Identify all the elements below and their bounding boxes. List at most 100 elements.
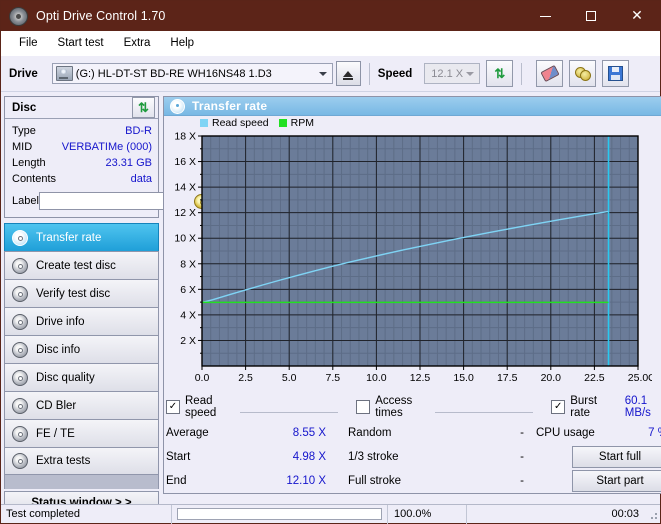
- legend-label: RPM: [291, 117, 314, 129]
- save-button[interactable]: [602, 60, 629, 87]
- sidebar-item-verify-test-disc[interactable]: Verify test disc: [4, 279, 159, 307]
- refresh-disc-button[interactable]: ⇅: [132, 97, 155, 118]
- disc-icon: [12, 426, 28, 442]
- random-value: -: [452, 427, 524, 439]
- svg-text:8 X: 8 X: [180, 258, 196, 270]
- progress-percent: 100.0%: [388, 508, 466, 520]
- sidebar-item-label: Drive info: [36, 316, 85, 328]
- disc-row-contents: Contents data: [12, 171, 152, 187]
- disc-type-label: Type: [12, 125, 36, 137]
- menu-help[interactable]: Help: [161, 34, 203, 52]
- main-content: Disc ⇅ Type BD-R MID VERBATIMe (000) Len…: [1, 92, 660, 515]
- minimize-button[interactable]: [522, 1, 568, 31]
- svg-text:20.0: 20.0: [541, 372, 562, 384]
- legend-label: Read speed: [212, 117, 269, 129]
- window-controls: ✕: [522, 1, 660, 31]
- compare-disc-button[interactable]: [569, 60, 596, 87]
- burst-rate-value: 60.1 MB/s: [625, 395, 661, 419]
- burst-rate-label: Burst rate: [570, 395, 609, 419]
- chevron-down-icon: [466, 72, 474, 76]
- toolbar-divider-1: [369, 63, 370, 85]
- maximize-button[interactable]: [568, 1, 614, 31]
- start-full-button[interactable]: Start full: [572, 446, 661, 468]
- disc-type-value: BD-R: [125, 125, 152, 137]
- two-discs-icon: [575, 67, 590, 80]
- sidebar-item-transfer-rate[interactable]: Transfer rate: [4, 223, 159, 251]
- refresh-drive-button[interactable]: ⇅: [486, 60, 513, 87]
- sidebar-spacer: [4, 475, 159, 489]
- speed-select[interactable]: 12.1 X: [424, 63, 480, 84]
- svg-text:12 X: 12 X: [174, 207, 196, 219]
- window-title: Opti Drive Control 1.70: [36, 9, 165, 23]
- svg-text:10.0: 10.0: [366, 372, 387, 384]
- sidebar-nav: Transfer rate Create test disc Verify te…: [4, 223, 159, 475]
- refresh-icon: ⇅: [494, 67, 505, 80]
- sidebar-item-label: Transfer rate: [36, 232, 101, 244]
- start-part-button[interactable]: Start part: [572, 470, 661, 492]
- access-times-checkbox[interactable]: Access times: [356, 395, 428, 419]
- sidebar-item-disc-quality[interactable]: Disc quality: [4, 363, 159, 391]
- checkbox-box: ✓: [166, 400, 180, 414]
- disc-label-caption: Label: [12, 195, 39, 207]
- sidebar-item-drive-info[interactable]: Drive info: [4, 307, 159, 335]
- status-message: Test completed: [1, 508, 171, 520]
- chevron-down-icon: [319, 72, 327, 76]
- menu-start-test[interactable]: Start test: [49, 34, 113, 52]
- chart-title: Transfer rate: [192, 99, 267, 113]
- svg-text:GB: GB: [648, 372, 652, 384]
- disc-panel: Disc ⇅ Type BD-R MID VERBATIMe (000) Len…: [4, 96, 159, 218]
- disc-icon: [12, 314, 28, 330]
- sidebar-item-label: Verify test disc: [36, 288, 110, 300]
- app-disc-icon: [9, 7, 28, 26]
- cpu-usage-label: CPU usage: [536, 427, 622, 439]
- legend-swatch: [200, 119, 208, 127]
- full-stroke-value: -: [452, 475, 524, 487]
- optical-drive-icon: [56, 66, 73, 81]
- option-underline: [240, 401, 339, 413]
- sidebar-item-cd-bler[interactable]: CD Bler: [4, 391, 159, 419]
- chart-options-row: ✓ Read speed Access times ✓ Burst rate 6…: [164, 395, 661, 418]
- disc-panel-header: Disc ⇅: [5, 97, 158, 119]
- svg-text:25.0: 25.0: [628, 372, 649, 384]
- sidebar-item-disc-info[interactable]: Disc info: [4, 335, 159, 363]
- disc-mid-value: VERBATIMe (000): [62, 141, 152, 153]
- end-label: End: [166, 475, 254, 487]
- sidebar-item-fe-te[interactable]: FE / TE: [4, 419, 159, 447]
- sidebar-item-create-test-disc[interactable]: Create test disc: [4, 251, 159, 279]
- sidebar-item-label: Create test disc: [36, 260, 116, 272]
- disc-icon: [170, 99, 185, 114]
- disc-icon: [12, 453, 28, 469]
- disc-icon: [12, 398, 28, 414]
- average-value: 8.55 X: [254, 427, 326, 439]
- burst-rate-checkbox[interactable]: ✓ Burst rate: [551, 395, 609, 419]
- sidebar-item-extra-tests[interactable]: Extra tests: [4, 447, 159, 475]
- svg-text:2 X: 2 X: [180, 335, 196, 347]
- menu-file[interactable]: File: [10, 34, 47, 52]
- erase-button[interactable]: [536, 60, 563, 87]
- floppy-save-icon: [608, 66, 623, 81]
- start-label: Start: [166, 451, 254, 463]
- legend-read-speed: Read speed: [200, 117, 269, 129]
- speed-select-value: 12.1 X: [431, 68, 463, 80]
- title-bar: Opti Drive Control 1.70 ✕: [1, 1, 660, 31]
- disc-mid-label: MID: [12, 141, 32, 153]
- close-button[interactable]: ✕: [614, 1, 660, 31]
- eject-button[interactable]: [336, 61, 361, 86]
- stats-row-average: Average 8.55 X Random - CPU usage 7 %: [166, 421, 661, 445]
- disc-icon: [12, 286, 28, 302]
- drive-select[interactable]: (G:) HL-DT-ST BD-RE WH16NS48 1.D3: [52, 63, 333, 84]
- left-panel: Disc ⇅ Type BD-R MID VERBATIMe (000) Len…: [4, 96, 159, 515]
- disc-contents-label: Contents: [12, 173, 56, 185]
- read-speed-checkbox[interactable]: ✓ Read speed: [166, 395, 234, 419]
- start-value: 4.98 X: [254, 451, 326, 463]
- sidebar-item-label: Disc quality: [36, 372, 95, 384]
- disc-panel-title: Disc: [12, 102, 36, 114]
- drive-toolbar: Drive (G:) HL-DT-ST BD-RE WH16NS48 1.D3 …: [1, 56, 660, 92]
- svg-text:17.5: 17.5: [497, 372, 518, 384]
- resize-grip-icon[interactable]: [647, 509, 657, 519]
- disc-row-length: Length 23.31 GB: [12, 155, 152, 171]
- stats-table: Average 8.55 X Random - CPU usage 7 % St…: [164, 418, 661, 493]
- menu-extra[interactable]: Extra: [115, 34, 160, 52]
- sidebar-item-label: CD Bler: [36, 400, 76, 412]
- disc-length-value: 23.31 GB: [106, 157, 152, 169]
